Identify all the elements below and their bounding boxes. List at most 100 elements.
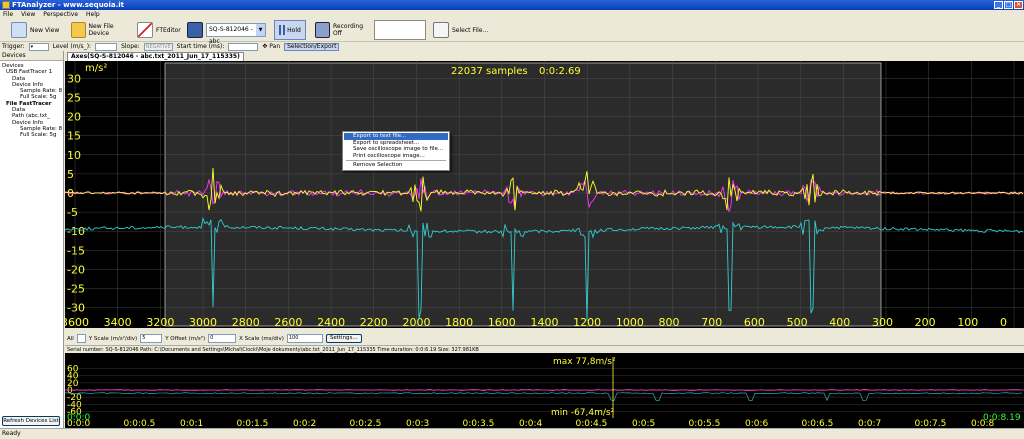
devices-panel-header: Devices (0, 51, 63, 61)
x-tick-label: 0:0:4.5 (576, 419, 608, 428)
menu-help[interactable]: Help (86, 10, 100, 19)
x-tick-label: 600 (744, 316, 765, 328)
x-tick-label: 0:0:2.5 (350, 419, 382, 428)
all-checkbox[interactable] (76, 334, 86, 343)
min-label: min -67,4m/s² (551, 408, 615, 418)
y-tick-label: -20 (67, 263, 85, 276)
toolbar: New View New File Device FTEditor SQ-S-8… (0, 19, 1024, 45)
window-title: FTAnalyzer - www.sequoia.it (12, 1, 125, 9)
y-tick-label: -5 (67, 206, 78, 219)
tab-strip: Axes(SQ-S-812046 - abc.txt_2011_Jun_17_1… (65, 52, 1024, 61)
menu-perspective[interactable]: Perspective (43, 10, 78, 19)
x-tick-label: 3400 (104, 316, 132, 328)
x-tick-label: 2200 (360, 316, 388, 328)
x-tick-label: 3200 (146, 316, 174, 328)
close-icon[interactable]: × (1014, 1, 1023, 9)
y-tick-label: 25 (67, 92, 81, 105)
x-tick-label: 0:0:1 (180, 419, 203, 428)
yoffset-input[interactable]: 0 (208, 334, 237, 343)
xscale-input[interactable]: 100 (286, 334, 323, 343)
hold-button[interactable]: Hold (274, 20, 306, 40)
x-tick-label: 2400 (317, 316, 345, 328)
file-info-bar: Serial number: SQ-S-812046 Path: C:\Docu… (65, 345, 1024, 353)
x-tick-label: 1600 (488, 316, 516, 328)
menu-file[interactable]: File (3, 10, 13, 19)
file-icon (433, 22, 449, 38)
level-input[interactable] (95, 42, 118, 51)
y-tick-label: 20 (67, 111, 81, 124)
overview-chart[interactable]: 6040200-20-40-600:0:0 0:0:0.5 0:0:1 0:0:1.5… (64, 353, 1024, 429)
x-tick-label: 500 (787, 316, 808, 328)
device-selector: SQ-S-812046 - abc ▼ (184, 20, 270, 45)
maximize-icon[interactable]: □ (1004, 1, 1013, 9)
x-tick-label: 100 (957, 316, 978, 328)
x-tick-label: 0:0:7.5 (915, 419, 947, 428)
refresh-devices-button[interactable]: Refresh Devices List (2, 416, 60, 426)
pan-button[interactable]: ✥ Pan (262, 43, 280, 50)
print-image-menu-item[interactable]: Print oscilloscope image... (344, 153, 448, 160)
new-view-icon (11, 22, 27, 38)
trigger-label: Trigger: (2, 43, 25, 50)
folder-icon (71, 22, 86, 38)
y-tick-label: 10 (67, 149, 81, 162)
minimize-icon[interactable]: _ (994, 1, 1003, 9)
fteditor-button[interactable]: FTEditor (134, 20, 184, 40)
x-tick-label: 0:0:6 (745, 419, 769, 428)
start-time-input[interactable] (228, 42, 259, 51)
menu-view[interactable]: View (21, 10, 35, 19)
y-tick-label: -15 (67, 244, 85, 257)
x-tick-label: 0:0:4 (519, 419, 543, 428)
title-bar: FTAnalyzer - www.sequoia.it _ □ × (0, 0, 1024, 10)
oscilloscope-view[interactable]: 30 25 20 15 10 5 0 -5 -10 -15 -20 -25 -303600 3400 320… (61, 61, 1024, 329)
x-tick-label: 0:0:6.5 (802, 419, 834, 428)
recording-button[interactable]: Recording Off (312, 20, 374, 40)
x-tick-label: 1800 (445, 316, 473, 328)
chart-icon (137, 22, 153, 38)
x-tick-label: 800 (659, 316, 680, 328)
x-tick-label: 0:0:7 (858, 419, 881, 428)
selection-export-button[interactable]: Selection/Export (284, 42, 340, 51)
y-tick-label: 5 (67, 168, 74, 181)
chevron-down-icon: ▼ (256, 24, 265, 36)
x-tick-label: 0:0:3.5 (463, 419, 495, 428)
trigger-select[interactable]: ▾ (28, 42, 49, 51)
device-icon (187, 22, 203, 38)
app-icon (2, 1, 10, 9)
x-tick-label: 400 (829, 316, 850, 328)
context-menu: Export to text file... Export to spreads… (342, 131, 450, 171)
x-tick-label: 200 (915, 316, 936, 328)
slope-label: Slope: (121, 43, 140, 50)
y-tick-label: -10 (67, 225, 85, 238)
x-tick-label: 2600 (274, 316, 302, 328)
tree-item: Full Scale: 5g (20, 132, 57, 139)
series-line (64, 392, 1023, 402)
y-tick-label: -25 (67, 282, 85, 295)
series-line (64, 388, 1023, 392)
x-tick-label: 3600 (65, 316, 89, 328)
new-view-button[interactable]: New View (8, 20, 68, 40)
end-time-label: 0:0:8.19 (983, 413, 1021, 423)
time-label: 0:0:2.69 (539, 66, 581, 77)
yscale-input[interactable]: 5 (140, 334, 163, 343)
slope-select[interactable]: NEGATIVE (143, 42, 173, 51)
record-icon (315, 22, 331, 38)
menu-separator (346, 160, 446, 161)
overview-view[interactable]: 60 40 20 0 -20 -40 -60 0:0:0 0:0:0.5 0:0:1 0:0:1.5… (64, 353, 1024, 429)
y-tick-label: -30 (67, 302, 85, 315)
tab-axes[interactable]: Axes(SQ-S-812046 - abc.txt_2011_Jun_17_1… (67, 52, 244, 61)
select-file-button[interactable]: Select File... (430, 20, 494, 40)
x-tick-label: 0:0:5 (632, 419, 655, 428)
settings-button[interactable]: Settings... (325, 334, 362, 343)
remove-selection-menu-item[interactable]: Remove Selection (344, 162, 448, 169)
x-tick-label: 0 (1000, 316, 1007, 328)
samples-label: 22037 samples (451, 66, 528, 77)
max-label: max 77,8m/s² (553, 357, 616, 367)
save-image-menu-item[interactable]: Save oscilloscope image to file... (344, 146, 448, 153)
menu-bar: File View Perspective Help (0, 10, 1024, 19)
oscilloscope-chart[interactable]: 30 25 20 15 10 5 0 -5 -10 -15 -20 -25 -303600 3400 320… (61, 61, 1024, 329)
recording-info-box (374, 20, 426, 40)
start-time-label: Start time (ms): (176, 43, 225, 50)
new-file-device-button[interactable]: New File Device (68, 20, 134, 40)
level-label: Level (m/s_): (52, 43, 92, 50)
device-combo[interactable]: SQ-S-812046 - abc ▼ (206, 23, 266, 45)
